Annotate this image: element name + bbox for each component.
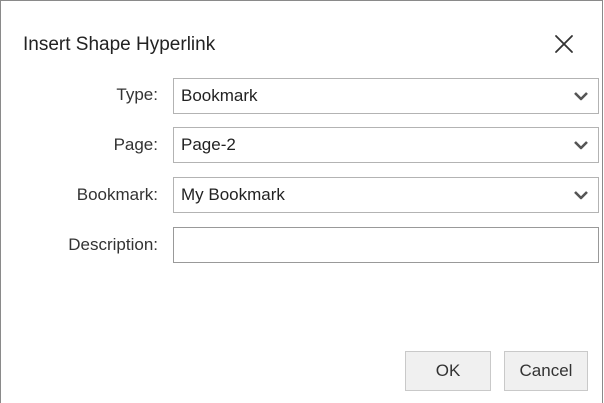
cancel-button[interactable]: Cancel (504, 351, 588, 391)
page-select[interactable]: Page-2 (173, 127, 599, 163)
close-button[interactable] (549, 29, 579, 59)
page-select-value: Page-2 (181, 135, 236, 154)
type-select[interactable]: Bookmark (173, 78, 599, 114)
chevron-down-icon (574, 92, 588, 101)
bookmark-select[interactable]: My Bookmark (173, 177, 599, 213)
description-input[interactable] (173, 227, 599, 263)
chevron-down-icon (574, 191, 588, 200)
ok-button[interactable]: OK (405, 351, 491, 391)
type-label: Type: (116, 85, 158, 104)
bookmark-label: Bookmark: (76, 185, 158, 204)
dialog-title: Insert Shape Hyperlink (23, 34, 216, 55)
description-label: Description: (68, 235, 158, 254)
chevron-down-icon (574, 141, 588, 150)
type-select-value: Bookmark (181, 86, 258, 105)
insert-shape-hyperlink-dialog: Insert Shape Hyperlink Type: Bookmark Pa… (0, 0, 603, 403)
close-icon (555, 35, 573, 53)
page-label: Page: (113, 135, 158, 154)
bookmark-select-value: My Bookmark (181, 185, 285, 204)
